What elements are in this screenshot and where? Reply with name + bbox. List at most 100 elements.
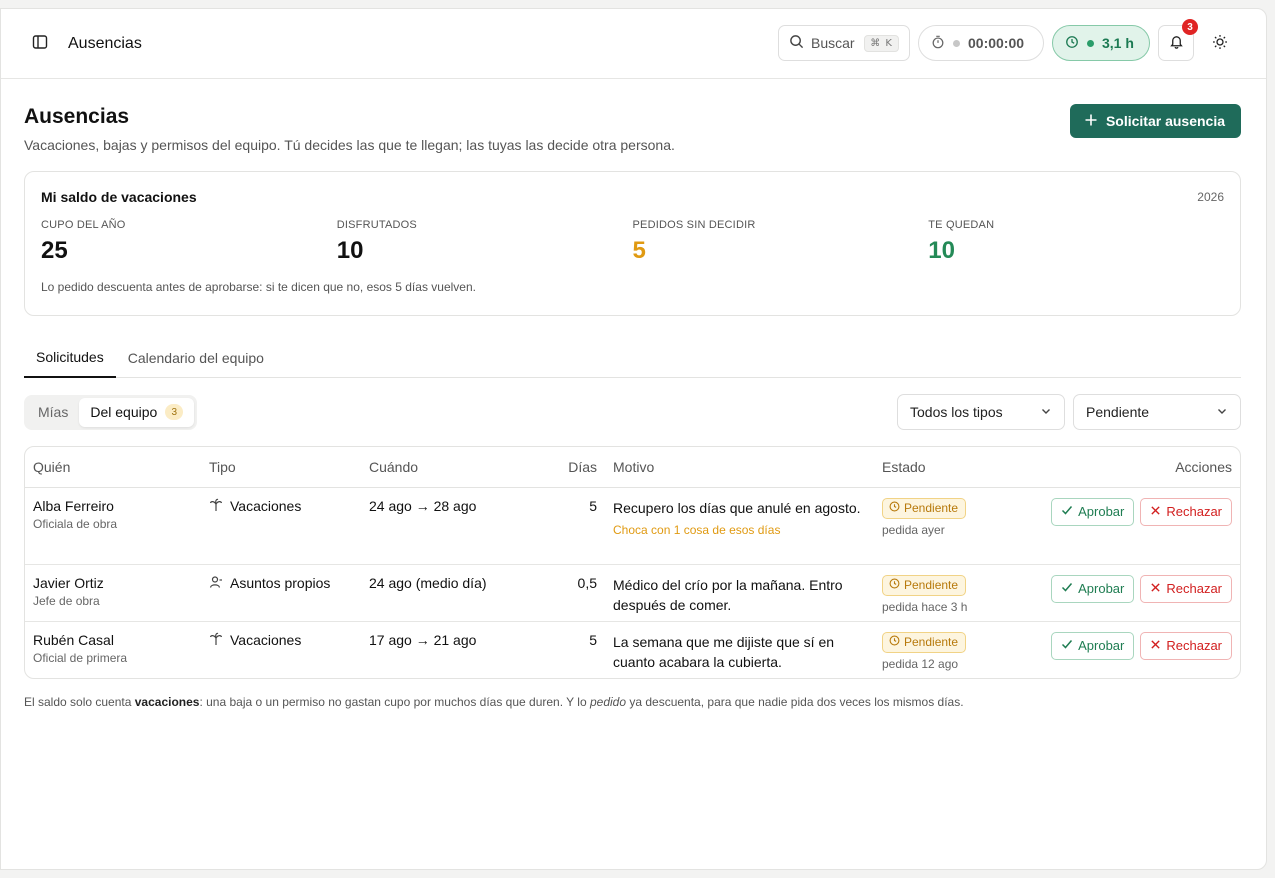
absence-days: 5	[521, 487, 605, 565]
type-filter-value: Todos los tipos	[910, 404, 1003, 420]
clock-icon	[889, 578, 900, 592]
chevron-down-icon	[1216, 404, 1228, 420]
footnote-text: ya descuenta, para que nadie pida dos ve…	[626, 695, 964, 709]
status-label: Pendiente	[904, 635, 959, 649]
vacation-balance-card: Mi saldo de vacaciones 2026 CUPO DEL AÑO…	[24, 171, 1241, 316]
requests-table: Quién Tipo Cuándo Días Motivo Estado Acc…	[24, 446, 1241, 679]
balance-title: Mi saldo de vacaciones	[41, 189, 197, 205]
check-icon	[1061, 638, 1073, 653]
absence-type: Vacaciones	[230, 498, 302, 514]
table-row: Rubén Casal Oficial de primera Vacacione…	[25, 621, 1240, 678]
approve-label: Aprobar	[1078, 581, 1125, 596]
request-absence-button[interactable]: Solicitar ausencia	[1069, 104, 1241, 138]
status-filter-value: Pendiente	[1086, 404, 1150, 420]
approve-button[interactable]: Aprobar	[1051, 631, 1135, 660]
person-role: Jefe de obra	[33, 593, 100, 608]
sidebar-toggle-button[interactable]	[24, 28, 56, 60]
absence-dates: 24 ago → 28 ago	[361, 487, 521, 565]
reject-button[interactable]: Rechazar	[1140, 631, 1232, 660]
conflict-warning[interactable]: Choca con 1 cosa de esos días	[613, 523, 866, 537]
timer-button[interactable]: 00:00:00	[918, 25, 1044, 61]
reject-label: Rechazar	[1166, 504, 1222, 519]
footnote-text: : una baja o un permiso no gastan cupo p…	[199, 695, 590, 709]
reject-label: Rechazar	[1166, 581, 1222, 596]
search-button[interactable]: Buscar ⌘ K	[778, 25, 910, 61]
clock-icon	[889, 501, 900, 515]
person-role: Oficiala de obra	[33, 516, 118, 531]
absence-days: 5	[589, 631, 597, 648]
stat-label: CUPO DEL AÑO	[41, 219, 126, 231]
footnote-text: El saldo solo cuenta	[24, 695, 135, 709]
absence-reason: Recupero los días que anulé en agosto.	[613, 499, 861, 516]
sidebar-icon	[32, 34, 48, 53]
timer-value: 00:00:00	[968, 35, 1025, 51]
hours-today-button[interactable]: 3,1 h	[1052, 25, 1150, 61]
palm-tree-icon	[209, 498, 223, 515]
search-label: Buscar	[811, 35, 855, 51]
chevron-down-icon	[1040, 404, 1052, 420]
approve-label: Aprobar	[1078, 638, 1125, 653]
approve-button[interactable]: Aprobar	[1051, 574, 1135, 603]
reject-label: Rechazar	[1166, 638, 1222, 653]
timer-status-dot	[953, 39, 960, 47]
type-filter-select[interactable]: Todos los tipos	[897, 394, 1065, 430]
status-badge: Pendiente	[882, 631, 967, 653]
reject-button[interactable]: Rechazar	[1140, 574, 1232, 603]
hours-value: 3,1 h	[1102, 35, 1134, 51]
tab-requests[interactable]: Solicitudes	[24, 338, 116, 378]
app-window: Ausencias Buscar ⌘ K 00:00:00 3,1 h 3 Au…	[0, 8, 1267, 870]
status-badge: Pendiente	[882, 497, 967, 519]
stat-annual-quota: CUPO DEL AÑO 25	[41, 219, 337, 265]
column-header-status: Estado	[874, 447, 1019, 488]
notifications-badge: 3	[1182, 19, 1198, 35]
absence-dates: 17 ago → 21 ago	[369, 631, 477, 648]
requested-time: pedida 12 ago	[882, 656, 959, 671]
column-header-actions: Acciones	[1019, 447, 1240, 488]
status-filter-select[interactable]: Pendiente	[1073, 394, 1241, 430]
segment-team-label: Del equipo	[90, 404, 158, 420]
status-label: Pendiente	[904, 578, 959, 592]
table-row: Javier Ortiz Jefe de obra Asuntos propio…	[25, 564, 1240, 622]
user-icon	[209, 575, 223, 592]
absence-type: Asuntos propios	[230, 575, 331, 591]
balance-year: 2026	[1197, 190, 1224, 204]
clock-icon	[889, 635, 900, 649]
segment-mine[interactable]: Mías	[27, 398, 79, 427]
stat-pending: PEDIDOS SIN DECIDIR 5	[633, 219, 929, 265]
status-badge: Pendiente	[882, 574, 967, 596]
footnote: El saldo solo cuenta vacaciones: una baj…	[24, 695, 1241, 709]
team-count-badge: 3	[165, 404, 184, 420]
status-label: Pendiente	[904, 501, 959, 515]
column-header-reason: Motivo	[605, 447, 874, 488]
column-header-days: Días	[521, 447, 605, 488]
stopwatch-icon	[931, 35, 945, 52]
stat-value: 10	[336, 237, 364, 264]
requested-time: pedida ayer	[882, 522, 945, 537]
tab-team-calendar[interactable]: Calendario del equipo	[116, 338, 276, 378]
close-icon	[1150, 638, 1161, 653]
person-name: Alba Ferreiro	[33, 497, 114, 514]
clock-icon	[1065, 35, 1079, 52]
footnote-italic: pedido	[589, 695, 627, 709]
request-absence-label: Solicitar ausencia	[1105, 113, 1225, 129]
segment-team[interactable]: Del equipo 3	[79, 397, 195, 427]
page-title: Ausencias	[24, 105, 130, 128]
absence-days: 0,5	[521, 564, 605, 622]
notifications-button[interactable]: 3	[1158, 19, 1198, 61]
reject-button[interactable]: Rechazar	[1140, 497, 1232, 526]
theme-toggle-button[interactable]	[1202, 25, 1238, 61]
tabs: Solicitudes Calendario del equipo	[24, 338, 1241, 378]
approve-label: Aprobar	[1078, 504, 1125, 519]
sun-icon	[1212, 34, 1228, 53]
column-header-type: Tipo	[201, 447, 361, 488]
search-shortcut: ⌘ K	[864, 34, 899, 52]
approve-button[interactable]: Aprobar	[1051, 497, 1135, 526]
topbar: Ausencias Buscar ⌘ K 00:00:00 3,1 h 3	[1, 9, 1266, 79]
stat-enjoyed: DISFRUTADOS 10	[337, 219, 633, 265]
person-name: Javier Ortiz	[33, 574, 104, 591]
absence-reason: Médico del crío por la mañana. Entro des…	[613, 576, 843, 613]
footnote-bold: vacaciones	[134, 695, 200, 709]
table-row: Alba Ferreiro Oficiala de obra Vacacione…	[25, 487, 1240, 565]
close-icon	[1150, 581, 1161, 596]
close-icon	[1150, 504, 1161, 519]
